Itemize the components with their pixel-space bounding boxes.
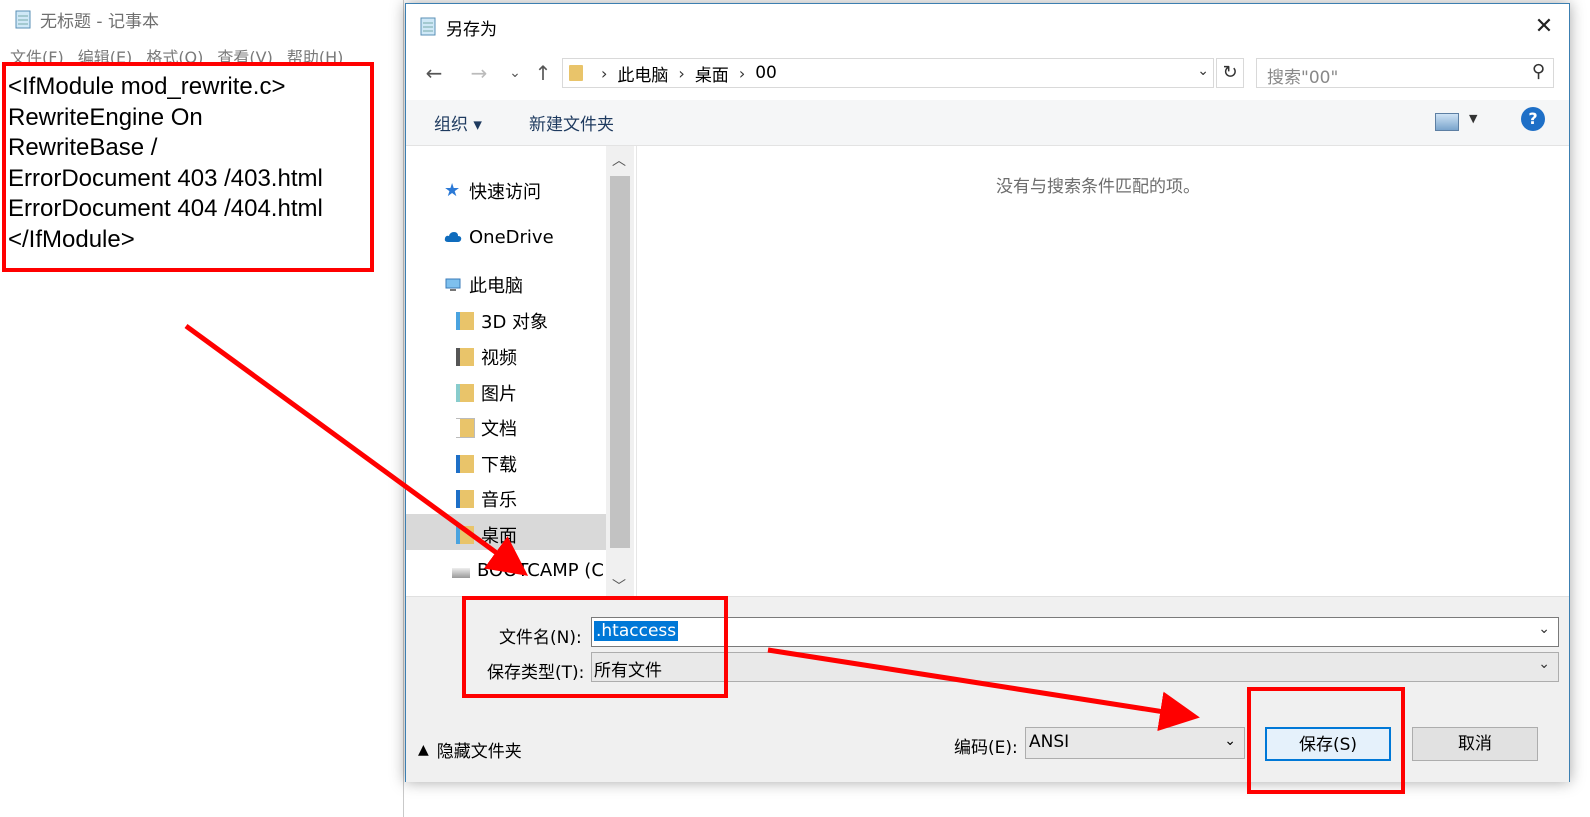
annotation-arrow-to-filename bbox=[184, 323, 529, 576]
annotation-arrow-to-save bbox=[767, 647, 1200, 732]
annotation-arrows bbox=[184, 323, 1200, 732]
